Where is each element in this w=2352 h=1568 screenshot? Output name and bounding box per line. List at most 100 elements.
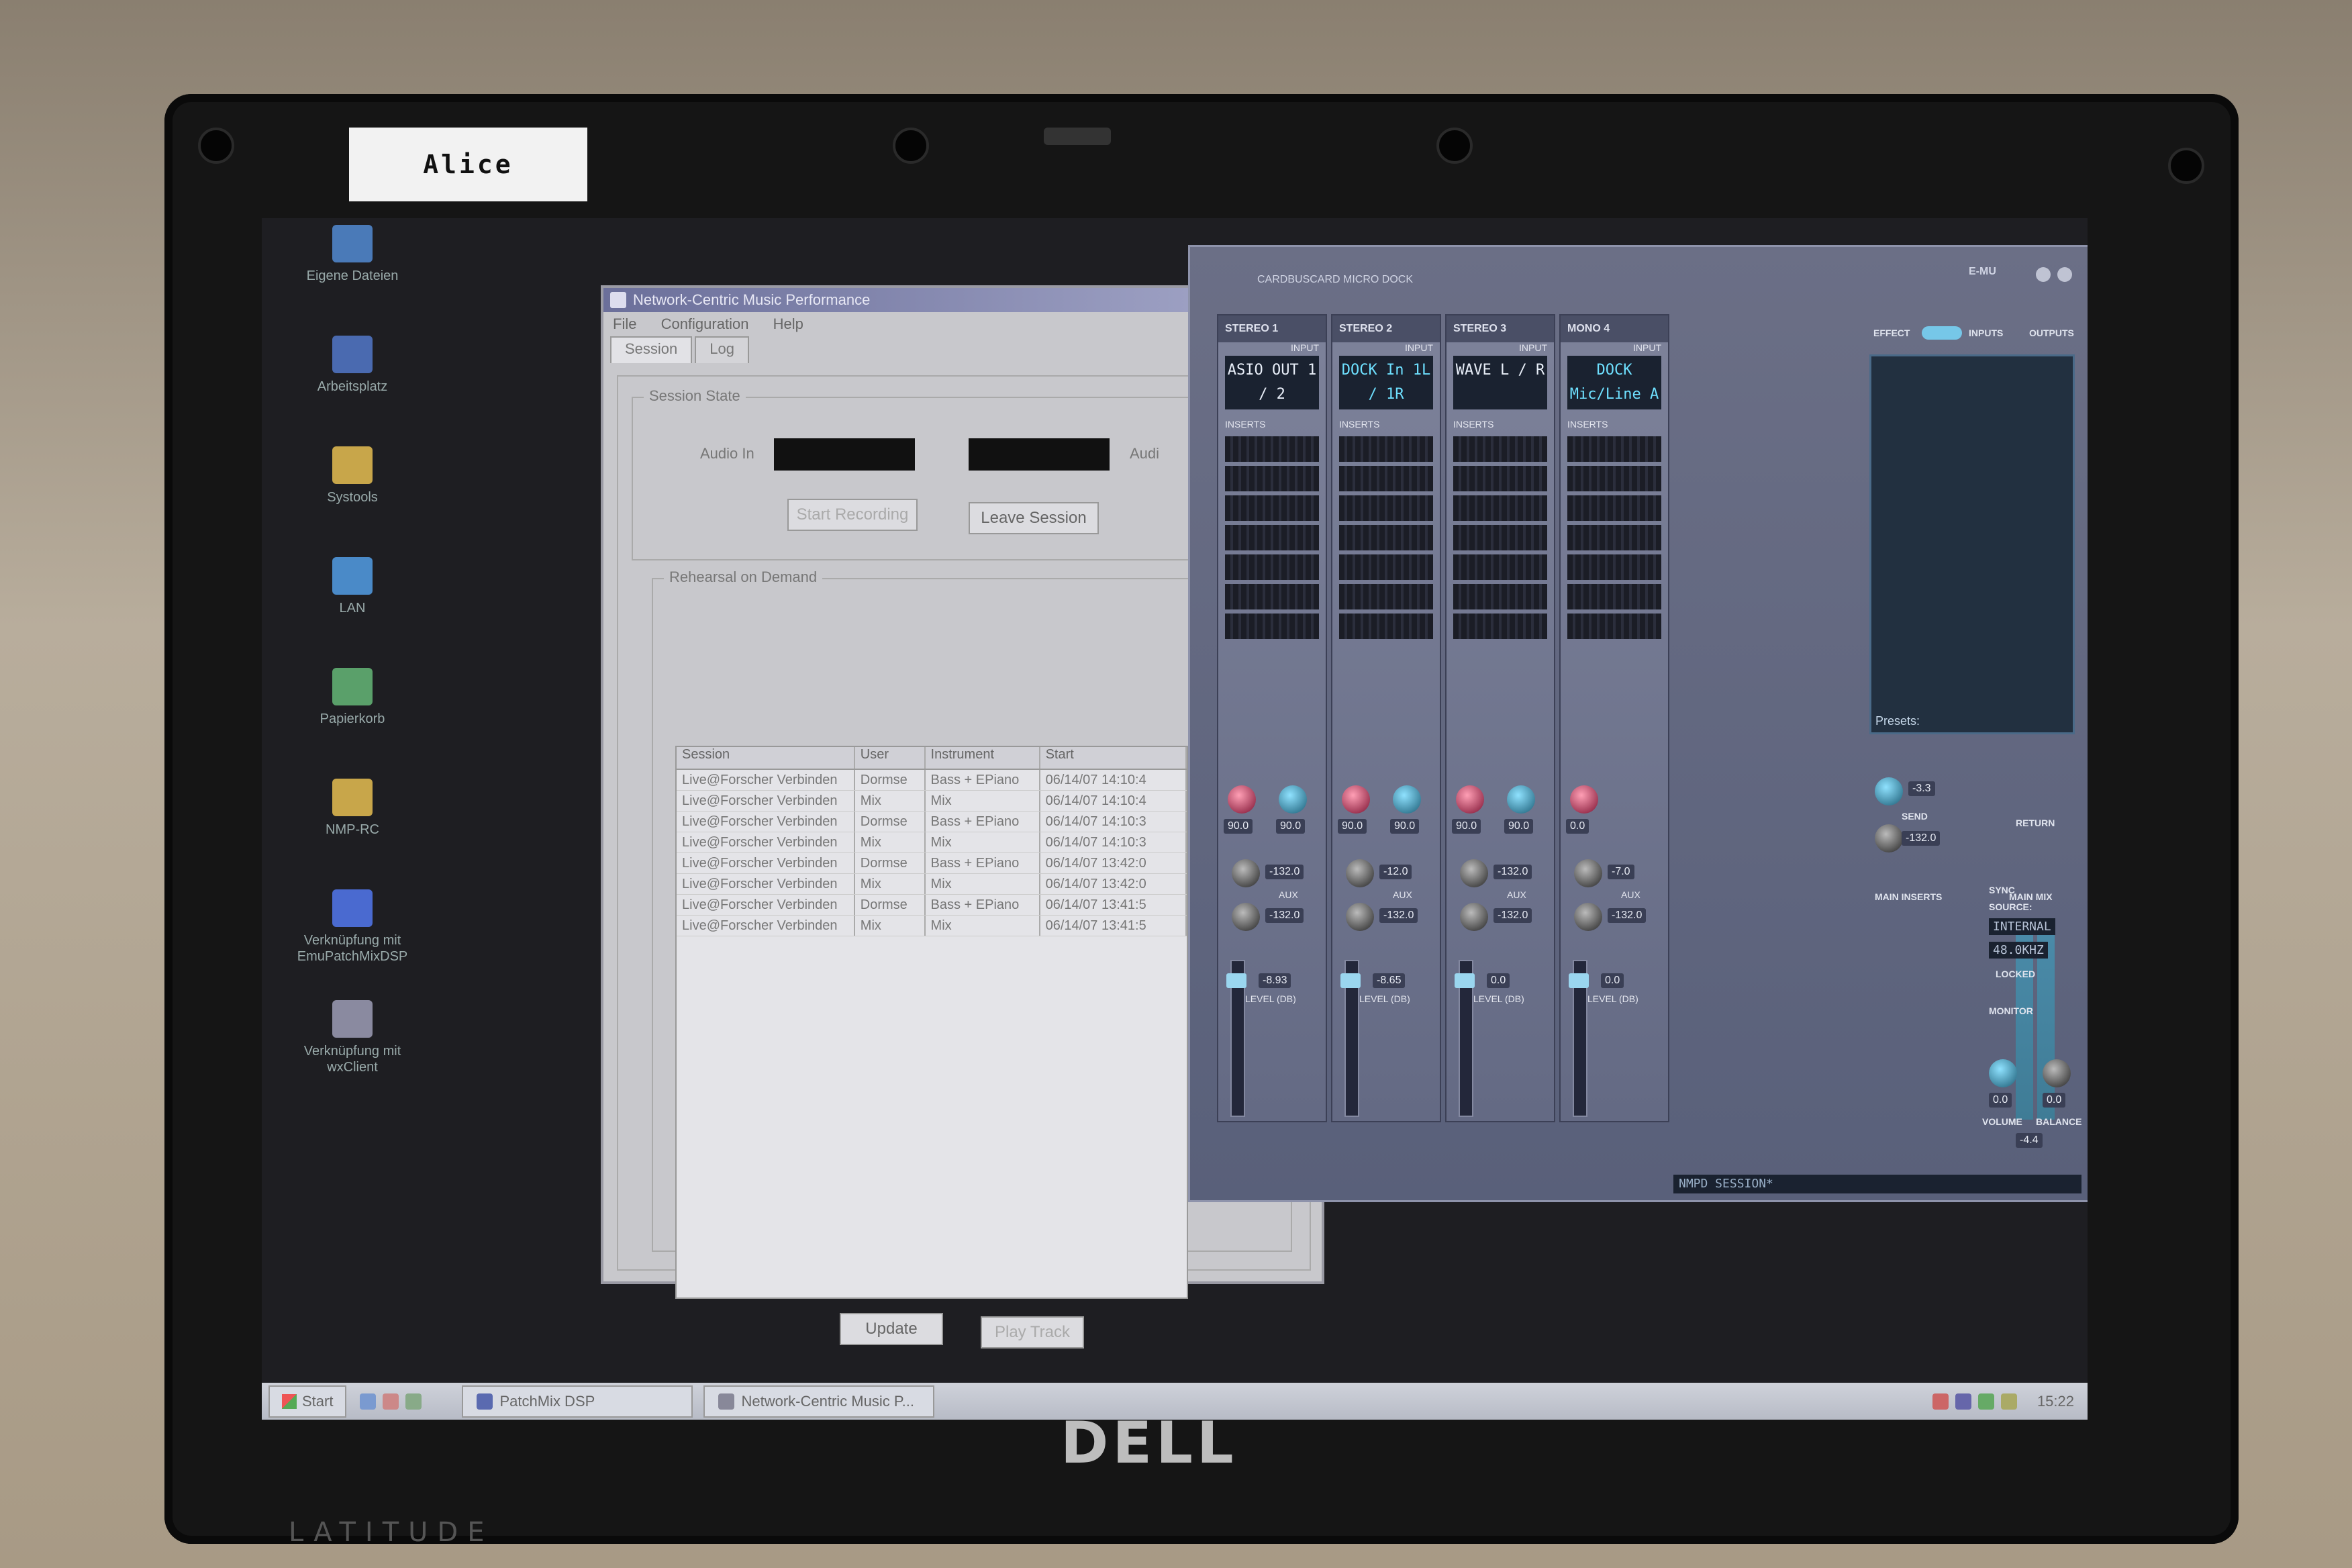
level-fader-handle[interactable] [1455,973,1475,988]
leave-session-button[interactable]: Leave Session [969,502,1099,534]
aux2-knob[interactable] [1460,903,1488,931]
table-row[interactable]: Live@Forscher Verbinden Mix Mix 06/14/07 13… [677,916,1187,936]
insert-slot[interactable] [1567,436,1661,462]
menu-configuration[interactable]: Configuration [661,315,749,332]
desktop-icon[interactable]: Verknüpfung mit wxClient [295,1000,409,1075]
insert-slot[interactable] [1339,466,1433,491]
monitor-balance-knob[interactable] [2043,1059,2071,1087]
insert-slot[interactable] [1567,584,1661,609]
insert-slot[interactable] [1339,554,1433,580]
start-button[interactable]: Start [268,1385,347,1418]
desktop-icon[interactable]: Arbeitsplatz [295,336,409,395]
effect-display[interactable]: Presets: [1869,354,2075,734]
insert-slot[interactable] [1225,436,1319,462]
tab-session[interactable]: Session [610,336,693,363]
aux2-knob[interactable] [1232,903,1260,931]
desktop-icon[interactable]: Eigene Dateien [295,225,409,284]
tray-network-icon[interactable] [1955,1393,1971,1410]
insert-slot[interactable] [1225,495,1319,521]
play-track-button[interactable]: Play Track [981,1316,1084,1349]
session-table[interactable]: Session User Instrument Start Live@Forsc… [675,746,1188,1299]
pan-knob-2[interactable] [1507,785,1535,814]
send-knob-2[interactable] [1875,824,1903,852]
desktop-icon[interactable]: Papierkorb [295,668,409,727]
insert-slot[interactable] [1225,614,1319,639]
insert-slot[interactable] [1225,584,1319,609]
insert-slot[interactable] [1339,436,1433,462]
menu-help[interactable]: Help [773,315,803,332]
insert-slot[interactable] [1567,525,1661,550]
insert-slot[interactable] [1339,584,1433,609]
sync-source-display[interactable]: INTERNAL [1989,918,2055,935]
level-fader-handle[interactable] [1569,973,1589,988]
col-session[interactable]: Session [677,747,855,769]
pan-knob-1[interactable] [1228,785,1256,814]
insert-slot[interactable] [1453,614,1547,639]
table-row[interactable]: Live@Forscher Verbinden Mix Mix 06/14/07 13… [677,874,1187,895]
aux1-knob[interactable] [1346,859,1374,887]
pan-knob-1[interactable] [1570,785,1598,814]
level-fader-handle[interactable] [1340,973,1361,988]
maximize-icon[interactable] [2057,267,2072,282]
table-row[interactable]: Live@Forscher Verbinden Dormse Bass + EPia… [677,770,1187,791]
update-button[interactable]: Update [840,1313,943,1345]
table-row[interactable]: Live@Forscher Verbinden Dormse Bass + EPia… [677,895,1187,916]
sample-rate-display[interactable]: 48.0KHZ [1989,942,2048,959]
insert-slot[interactable] [1225,466,1319,491]
input-display[interactable]: ASIO OUT 1 / 2 [1225,356,1319,409]
patchmix-window[interactable]: CARDBUSCARD MICRO DOCK E-MU STEREO 1 INPU… [1188,245,2088,1202]
pan-knob-2[interactable] [1279,785,1307,814]
minimize-icon[interactable] [2036,267,2051,282]
start-recording-button[interactable]: Start Recording [787,499,918,531]
pan-knob-1[interactable] [1342,785,1370,814]
insert-slot[interactable] [1339,495,1433,521]
input-display[interactable]: DOCK In 1L / 1R [1339,356,1433,409]
table-row[interactable]: Live@Forscher Verbinden Mix Mix 06/14/07 14… [677,832,1187,853]
quicklaunch-desktop-icon[interactable] [405,1393,422,1410]
insert-slot[interactable] [1225,554,1319,580]
table-row[interactable]: Live@Forscher Verbinden Dormse Bass + EPia… [677,812,1187,832]
task-ncmp[interactable]: Network-Centric Music P... [703,1385,935,1418]
desktop-icon[interactable]: Verknüpfung mit EmuPatchMixDSP [295,889,409,965]
pan-knob-1[interactable] [1456,785,1484,814]
insert-slot[interactable] [1567,495,1661,521]
desktop-icon[interactable]: Systools [295,446,409,505]
input-display[interactable]: WAVE L / R [1453,356,1547,409]
quicklaunch-firefox-icon[interactable] [383,1393,399,1410]
insert-slot[interactable] [1453,495,1547,521]
tray-audio-icon[interactable] [1977,1393,1994,1410]
table-row[interactable]: Live@Forscher Verbinden Dormse Bass + EPia… [677,853,1187,874]
aux2-knob[interactable] [1346,903,1374,931]
insert-slot[interactable] [1453,436,1547,462]
insert-slot[interactable] [1339,614,1433,639]
aux1-knob[interactable] [1574,859,1602,887]
menu-file[interactable]: File [613,315,636,332]
tab-log[interactable]: Log [695,336,749,363]
col-user[interactable]: User [855,747,926,769]
desktop-icon[interactable]: NMP-RC [295,779,409,838]
tray-security-icon[interactable] [1932,1393,1949,1410]
col-start[interactable]: Start [1040,747,1187,769]
table-row[interactable]: Live@Forscher Verbinden Mix Mix 06/14/07 14… [677,791,1187,812]
insert-slot[interactable] [1567,466,1661,491]
task-patchmix[interactable]: PatchMix DSP [462,1385,693,1418]
desktop-icon[interactable]: LAN [295,557,409,616]
insert-slot[interactable] [1453,554,1547,580]
effect-toggle[interactable] [1922,326,1962,340]
monitor-volume-knob[interactable] [1989,1059,2017,1087]
send-knob[interactable] [1875,777,1903,805]
aux1-knob[interactable] [1460,859,1488,887]
insert-slot[interactable] [1567,614,1661,639]
level-fader-handle[interactable] [1226,973,1246,988]
input-display[interactable]: DOCK Mic/Line A [1567,356,1661,409]
insert-slot[interactable] [1567,554,1661,580]
quicklaunch-ie-icon[interactable] [360,1393,377,1410]
insert-slot[interactable] [1453,525,1547,550]
pan-knob-2[interactable] [1393,785,1421,814]
tray-volume-icon[interactable] [2000,1393,2017,1410]
aux2-knob[interactable] [1574,903,1602,931]
insert-slot[interactable] [1453,584,1547,609]
insert-slot[interactable] [1225,525,1319,550]
insert-slot[interactable] [1453,466,1547,491]
aux1-knob[interactable] [1232,859,1260,887]
